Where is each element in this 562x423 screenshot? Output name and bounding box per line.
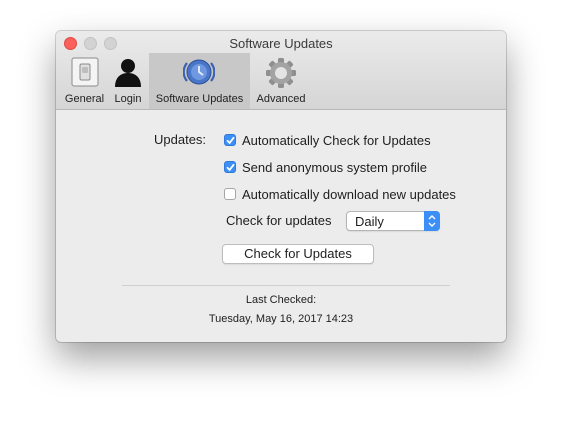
checkmark-icon — [226, 136, 235, 145]
tab-login-label: Login — [114, 93, 142, 105]
tab-login[interactable]: Login — [109, 53, 147, 109]
check-frequency-select[interactable]: Daily — [346, 211, 440, 231]
check-frequency-value: Daily — [355, 214, 384, 229]
updates-section-label: Updates: — [154, 132, 207, 147]
auto-check-option[interactable]: Automatically Check for Updates — [224, 132, 431, 148]
title-bar: Software Updates General Login Software … — [56, 31, 506, 110]
send-profile-label: Send anonymous system profile — [242, 159, 427, 175]
tab-general[interactable]: General — [62, 53, 107, 109]
last-checked-value: Tuesday, May 16, 2017 14:23 — [208, 313, 354, 325]
stepper-arrows-icon — [424, 211, 440, 231]
auto-download-label: Automatically download new updates — [242, 186, 456, 202]
auto-download-checkbox[interactable] — [224, 188, 236, 200]
check-frequency-label: Check for updates — [226, 213, 332, 228]
tab-general-label: General — [64, 93, 105, 105]
auto-check-checkbox[interactable] — [224, 134, 236, 146]
check-for-updates-button[interactable]: Check for Updates — [222, 244, 374, 264]
last-checked-label: Last Checked: — [245, 294, 317, 306]
gear-icon — [264, 57, 298, 94]
preferences-window: Software Updates General Login Software … — [56, 31, 506, 342]
window-title: Software Updates — [229, 36, 333, 51]
auto-check-label: Automatically Check for Updates — [242, 132, 431, 148]
tab-software-updates-label: Software Updates — [155, 93, 244, 105]
auto-download-option[interactable]: Automatically download new updates — [224, 186, 456, 202]
switch-icon — [71, 57, 99, 92]
send-profile-option[interactable]: Send anonymous system profile — [224, 159, 427, 175]
separator — [122, 285, 450, 286]
send-profile-checkbox[interactable] — [224, 161, 236, 173]
checkmark-icon — [226, 163, 235, 172]
tab-advanced-label: Advanced — [256, 93, 306, 105]
user-silhouette-icon — [113, 57, 143, 92]
software-update-icon — [182, 57, 216, 92]
tab-software-updates[interactable]: Software Updates — [149, 53, 250, 109]
tab-advanced[interactable]: Advanced — [252, 53, 310, 109]
software-updates-pane: Updates: Automatically Check for Updates… — [56, 110, 506, 342]
